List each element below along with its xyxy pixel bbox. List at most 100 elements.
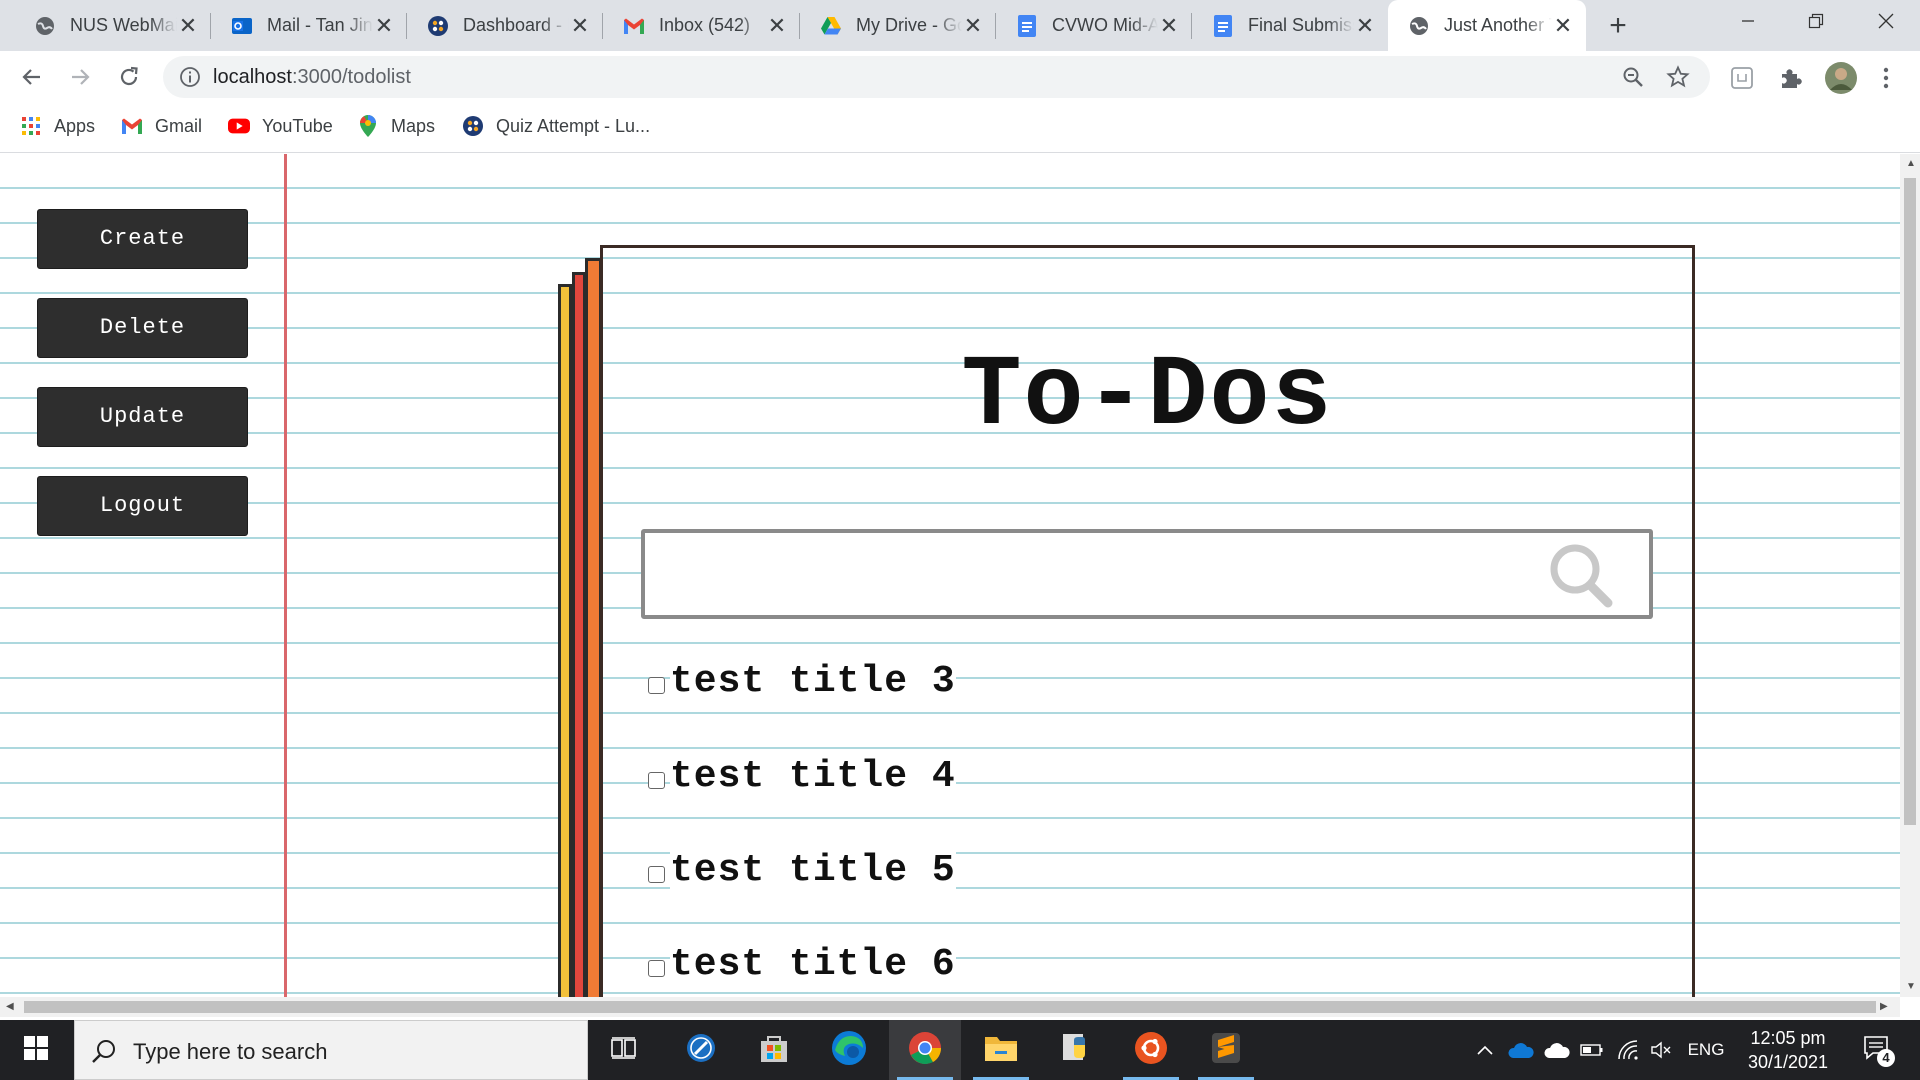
scroll-down-arrow-icon[interactable]: ▼ [1906, 981, 1916, 992]
close-icon[interactable]: ✕ [1552, 14, 1574, 37]
todo-checkbox[interactable] [648, 771, 665, 789]
menu-dots-icon[interactable] [1872, 64, 1900, 92]
start-button[interactable] [0, 1020, 72, 1080]
todo-title: test title 6 [670, 943, 956, 987]
close-icon[interactable]: ✕ [569, 14, 591, 37]
close-icon[interactable]: ✕ [962, 14, 984, 37]
wifi-icon[interactable] [1612, 1020, 1644, 1080]
close-icon[interactable]: ✕ [1354, 14, 1376, 37]
scroll-up-arrow-icon[interactable]: ▲ [1906, 158, 1916, 169]
todo-title: test title 5 [670, 849, 956, 893]
bookmark-star-icon[interactable] [1666, 65, 1690, 89]
bookmark-gmail[interactable]: Gmail [121, 115, 202, 137]
tab-inbox[interactable]: Inbox (542) ✕ [603, 0, 800, 51]
taskbar-app-ubuntu[interactable] [1115, 1020, 1187, 1080]
action-center-button[interactable]: 4 [1852, 1020, 1904, 1080]
taskbar-app-file-explorer[interactable] [965, 1020, 1037, 1080]
volume-muted-icon[interactable] [1646, 1020, 1678, 1080]
scroll-right-arrow-icon[interactable]: ▶ [1880, 1001, 1888, 1012]
search-bar[interactable] [641, 529, 1653, 619]
scroll-left-arrow-icon[interactable]: ◀ [6, 1001, 14, 1012]
url-text: localhost:3000/todolist [213, 66, 411, 89]
close-icon[interactable]: ✕ [1158, 14, 1180, 37]
tab-label: Mail - Tan Jing Hong [267, 15, 373, 35]
tab-nus-webmail[interactable]: NUS WebMail ✕ [14, 0, 211, 51]
tab-final-submission[interactable]: Final Submission ✕ [1192, 0, 1388, 51]
zoom-out-icon[interactable] [1621, 65, 1645, 89]
bookmark-quiz-attempt[interactable]: Quiz Attempt - Lu... [462, 115, 650, 137]
taskbar-app-python[interactable] [1040, 1020, 1112, 1080]
update-button[interactable]: Update [37, 387, 248, 447]
bookmark-label: YouTube [262, 115, 333, 136]
maps-pin-icon [357, 115, 379, 137]
create-button[interactable]: Create [37, 209, 248, 269]
todo-item[interactable]: test title 4 [648, 755, 956, 799]
bookmark-maps[interactable]: Maps [357, 115, 435, 137]
globe-wrench-icon [685, 1032, 717, 1069]
chrome-icon [908, 1031, 942, 1070]
taskbar-app-edge[interactable] [813, 1020, 885, 1080]
taskbar-app-chrome[interactable] [889, 1020, 961, 1080]
search-input[interactable] [655, 539, 1535, 609]
folder-icon [984, 1033, 1018, 1068]
extensions-puzzle-icon[interactable] [1777, 64, 1805, 92]
clock-time: 12:05 pm [1750, 1028, 1826, 1048]
todo-item[interactable]: test title 6 [648, 943, 956, 987]
url-host: localhost [213, 66, 292, 88]
logout-button[interactable]: Logout [37, 476, 248, 536]
close-icon[interactable]: ✕ [766, 14, 788, 37]
close-icon[interactable]: ✕ [177, 14, 199, 37]
tab-mail[interactable]: Mail - Tan Jing Hong ✕ [211, 0, 407, 51]
cloud-icon[interactable] [1540, 1020, 1574, 1080]
todo-checkbox[interactable] [648, 865, 665, 883]
taskbar-app-vpn[interactable] [665, 1020, 737, 1080]
todo-item[interactable]: test title 5 [648, 849, 956, 893]
info-icon[interactable] [179, 66, 201, 88]
notebook-spine-yellow [558, 284, 572, 997]
avatar[interactable] [1824, 61, 1858, 95]
task-view-button[interactable] [588, 1020, 660, 1080]
language-indicator[interactable]: ENG [1682, 1020, 1730, 1080]
minimize-button[interactable] [1714, 0, 1782, 42]
extension-icon[interactable] [1728, 64, 1756, 92]
tab-active-todolist[interactable]: Just Another To-Do List ✕ [1388, 0, 1586, 51]
notebook-spine-red [572, 272, 586, 997]
system-clock[interactable]: 12:05 pm 30/1/2021 [1738, 1026, 1838, 1074]
docs-icon [1212, 14, 1234, 37]
vertical-scroll-thumb[interactable] [1904, 178, 1916, 825]
tab-cvwo-mid[interactable]: CVWO Mid-Assignment ✕ [996, 0, 1192, 51]
onedrive-icon[interactable] [1504, 1020, 1538, 1080]
taskbar-search-box[interactable]: Type here to search [74, 1020, 588, 1080]
new-tab-button[interactable]: + [1600, 8, 1636, 44]
todo-checkbox[interactable] [648, 959, 665, 977]
search-icon[interactable] [1542, 539, 1622, 613]
bookmarks-bar: Apps Gmail YouTube Maps Quiz Attempt - L… [0, 103, 1920, 153]
bookmark-label: Apps [54, 115, 96, 136]
notification-count-badge: 4 [1877, 1049, 1895, 1067]
horizontal-scroll-thumb[interactable] [24, 1001, 1876, 1013]
todo-title: test title 3 [670, 660, 956, 704]
delete-button[interactable]: Delete [37, 298, 248, 358]
back-button[interactable] [12, 57, 52, 97]
luminus-icon [462, 115, 484, 137]
bookmark-apps[interactable]: Apps [20, 115, 95, 137]
forward-button[interactable] [60, 57, 100, 97]
close-window-button[interactable] [1852, 0, 1920, 42]
taskbar-app-store[interactable] [738, 1020, 810, 1080]
todo-item[interactable]: test title 3 [648, 660, 956, 704]
reload-button[interactable] [109, 57, 149, 97]
vertical-scrollbar[interactable]: ▲ ▼ [1900, 154, 1920, 997]
globe-icon [34, 15, 56, 37]
address-bar[interactable]: localhost:3000/todolist [163, 56, 1710, 98]
tray-show-hidden-icons[interactable] [1470, 1020, 1500, 1080]
todo-checkbox[interactable] [648, 676, 665, 694]
taskbar-app-sublime[interactable] [1190, 1020, 1262, 1080]
close-icon[interactable]: ✕ [373, 14, 395, 37]
horizontal-scrollbar[interactable]: ◀ ▶ [0, 997, 1900, 1017]
battery-icon[interactable] [1576, 1020, 1608, 1080]
tab-dashboard[interactable]: Dashboard - LumiNUS ✕ [407, 0, 603, 51]
tab-drive[interactable]: My Drive - Google Drive ✕ [800, 0, 996, 51]
restore-button[interactable] [1782, 0, 1850, 42]
bookmark-youtube[interactable]: YouTube [228, 115, 333, 137]
drive-icon [820, 15, 842, 37]
